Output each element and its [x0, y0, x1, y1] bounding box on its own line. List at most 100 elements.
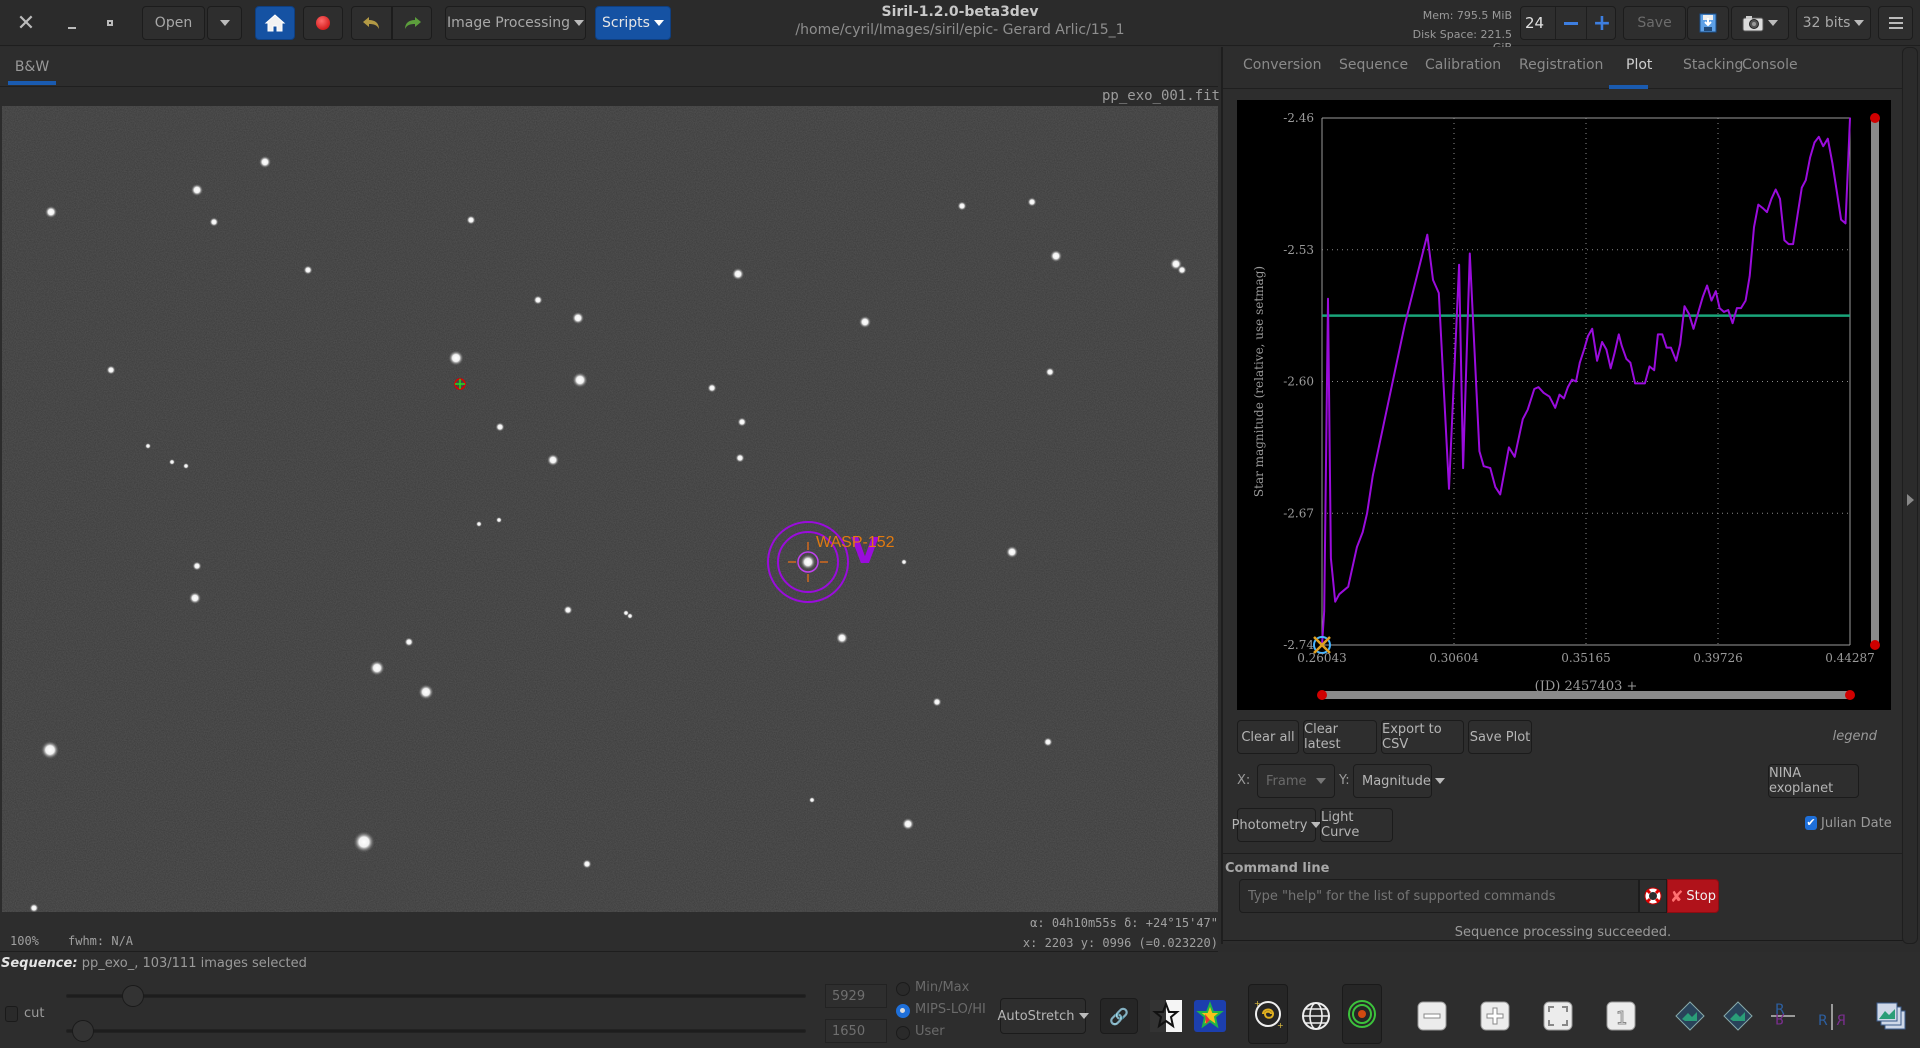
tab-registration[interactable]: Registration — [1519, 57, 1603, 73]
y-axis-select[interactable]: Magnitude — [1353, 764, 1445, 798]
mirror-y-button[interactable]: RR — [1812, 996, 1852, 1036]
mirror-x-button[interactable]: RR — [1764, 996, 1804, 1036]
star — [707, 383, 717, 393]
home-button[interactable] — [255, 6, 295, 40]
x-range-handle[interactable] — [1845, 690, 1855, 700]
save-plot-button[interactable]: Save Plot — [1468, 720, 1532, 754]
rotate-right-icon — [1723, 1001, 1753, 1031]
zoom-in-button[interactable] — [1475, 996, 1515, 1036]
maximize-window-button[interactable] — [92, 8, 128, 38]
high-slider-knob[interactable] — [122, 985, 144, 1007]
data-point — [1710, 299, 1713, 302]
star — [1045, 367, 1055, 377]
active-tab-indicator — [1609, 85, 1648, 89]
chevron-down-icon — [1434, 778, 1445, 784]
radio-mips[interactable] — [896, 1004, 910, 1018]
tab-console[interactable]: Console — [1742, 57, 1798, 73]
photometry-tool-button[interactable]: + + — [1248, 984, 1288, 1044]
snapshot-button[interactable] — [1731, 6, 1789, 40]
stop-button[interactable]: ✘ Stop — [1667, 879, 1719, 913]
stretch-mode-label: AutoStretch — [997, 1008, 1075, 1024]
x-range-slider[interactable] — [1322, 691, 1850, 699]
plot-area[interactable]: 0.26043 0.30604 0.35165 0.39726 0.44287 -2.46… — [1237, 100, 1891, 710]
export-csv-button[interactable]: Export to CSV — [1381, 720, 1464, 754]
clear-latest-button[interactable]: Clear latest — [1303, 720, 1377, 754]
image-processing-menu[interactable]: Image Processing — [445, 6, 586, 40]
y-range-handle[interactable] — [1870, 113, 1880, 123]
negative-view-button[interactable] — [1146, 996, 1186, 1036]
x-range-handle[interactable] — [1317, 690, 1327, 700]
rotate-right-button[interactable] — [1718, 996, 1758, 1036]
data-point — [1748, 275, 1751, 277]
high-value-input[interactable]: 5929 — [825, 984, 887, 1008]
star — [495, 516, 503, 524]
low-value-input[interactable]: 1650 — [825, 1019, 887, 1043]
photometry-menu[interactable]: Photometry — [1232, 808, 1322, 842]
julian-date-checkbox[interactable]: ✔ — [1805, 816, 1817, 830]
tab-conversion[interactable]: Conversion — [1243, 57, 1322, 73]
radio-minmax[interactable] — [896, 982, 910, 996]
data-point — [1827, 137, 1829, 140]
annotate-button[interactable] — [1296, 996, 1336, 1036]
bit-depth-menu[interactable]: 32 bits — [1796, 6, 1871, 40]
open-button[interactable]: Open — [142, 6, 205, 40]
svg-text:R: R — [1836, 1013, 1846, 1029]
save-as-button[interactable] — [1687, 6, 1729, 40]
tab-plot[interactable]: Plot — [1626, 57, 1652, 73]
open-recent-dropdown[interactable] — [207, 6, 242, 40]
cut-checkbox[interactable] — [5, 1006, 18, 1022]
save-button-label: Save — [1637, 15, 1672, 31]
low-slider-track[interactable] — [66, 1029, 806, 1033]
minimize-window-button[interactable] — [54, 8, 90, 38]
tab-sequence[interactable]: Sequence — [1339, 57, 1408, 73]
target-tool-button[interactable] — [1342, 984, 1382, 1044]
panel-collapse-handle[interactable] — [1902, 47, 1918, 944]
cpu-threads-value[interactable]: 24 — [1525, 14, 1555, 32]
home-icon — [264, 14, 286, 32]
scripts-menu[interactable]: Scripts — [595, 6, 671, 40]
save-button[interactable]: Save — [1623, 6, 1686, 40]
y-range-handle[interactable] — [1870, 640, 1880, 650]
undo-button[interactable] — [351, 6, 392, 40]
link-channels-button[interactable]: 🔗 — [1100, 998, 1138, 1034]
stretch-mode-select[interactable]: AutoStretch — [997, 998, 1089, 1034]
star — [44, 205, 58, 219]
x-axis-select[interactable]: Frame — [1257, 764, 1335, 798]
rotate-left-button[interactable] — [1670, 996, 1710, 1036]
help-button[interactable] — [1639, 879, 1667, 913]
image-stack-button[interactable] — [1872, 996, 1912, 1036]
command-input[interactable] — [1239, 879, 1639, 913]
zoom-100-button[interactable]: 1 — [1601, 996, 1641, 1036]
tab-bw[interactable]: B&W — [8, 55, 56, 85]
undo-icon — [362, 17, 379, 29]
star — [448, 350, 464, 366]
star-field[interactable] — [2, 106, 1218, 912]
star-negative-icon — [1150, 1000, 1182, 1032]
redo-button[interactable] — [392, 6, 432, 40]
nina-exoplanet-button[interactable]: NINA exoplanet — [1768, 764, 1859, 798]
live-stacking-button[interactable] — [303, 6, 343, 40]
zoom-out-button[interactable] — [1412, 996, 1452, 1036]
tab-calibration[interactable]: Calibration — [1425, 57, 1501, 73]
close-window-button[interactable]: ✕ — [8, 8, 44, 38]
decrement-button[interactable] — [1555, 7, 1586, 39]
image-viewer[interactable]: V WASP-152 — [2, 106, 1218, 912]
legend-toggle[interactable]: legend — [1833, 729, 1877, 744]
tab-stacking[interactable]: Stacking — [1683, 57, 1743, 73]
flip-horizontal-icon: RR — [1818, 1004, 1846, 1030]
light-curve-button[interactable]: Light Curve — [1320, 808, 1393, 842]
zoom-fit-button[interactable] — [1538, 996, 1578, 1036]
light-curve-chart[interactable]: 0.26043 0.30604 0.35165 0.39726 0.44287 -2.46… — [1237, 100, 1891, 710]
data-point — [1648, 365, 1651, 368]
increment-button[interactable]: + — [1586, 7, 1617, 39]
low-slider-knob[interactable] — [72, 1020, 94, 1042]
radio-user[interactable] — [896, 1026, 910, 1040]
data-point — [1835, 190, 1838, 193]
clear-all-button[interactable]: Clear all — [1237, 720, 1299, 754]
main-menu-button[interactable] — [1878, 6, 1913, 40]
high-slider-track[interactable] — [66, 994, 806, 998]
y-range-slider[interactable] — [1871, 118, 1879, 645]
x-tick-label: 0.44287 — [1825, 651, 1875, 665]
cpu-threads-spinner[interactable]: 24 + — [1520, 6, 1616, 40]
false-color-button[interactable] — [1190, 996, 1230, 1036]
